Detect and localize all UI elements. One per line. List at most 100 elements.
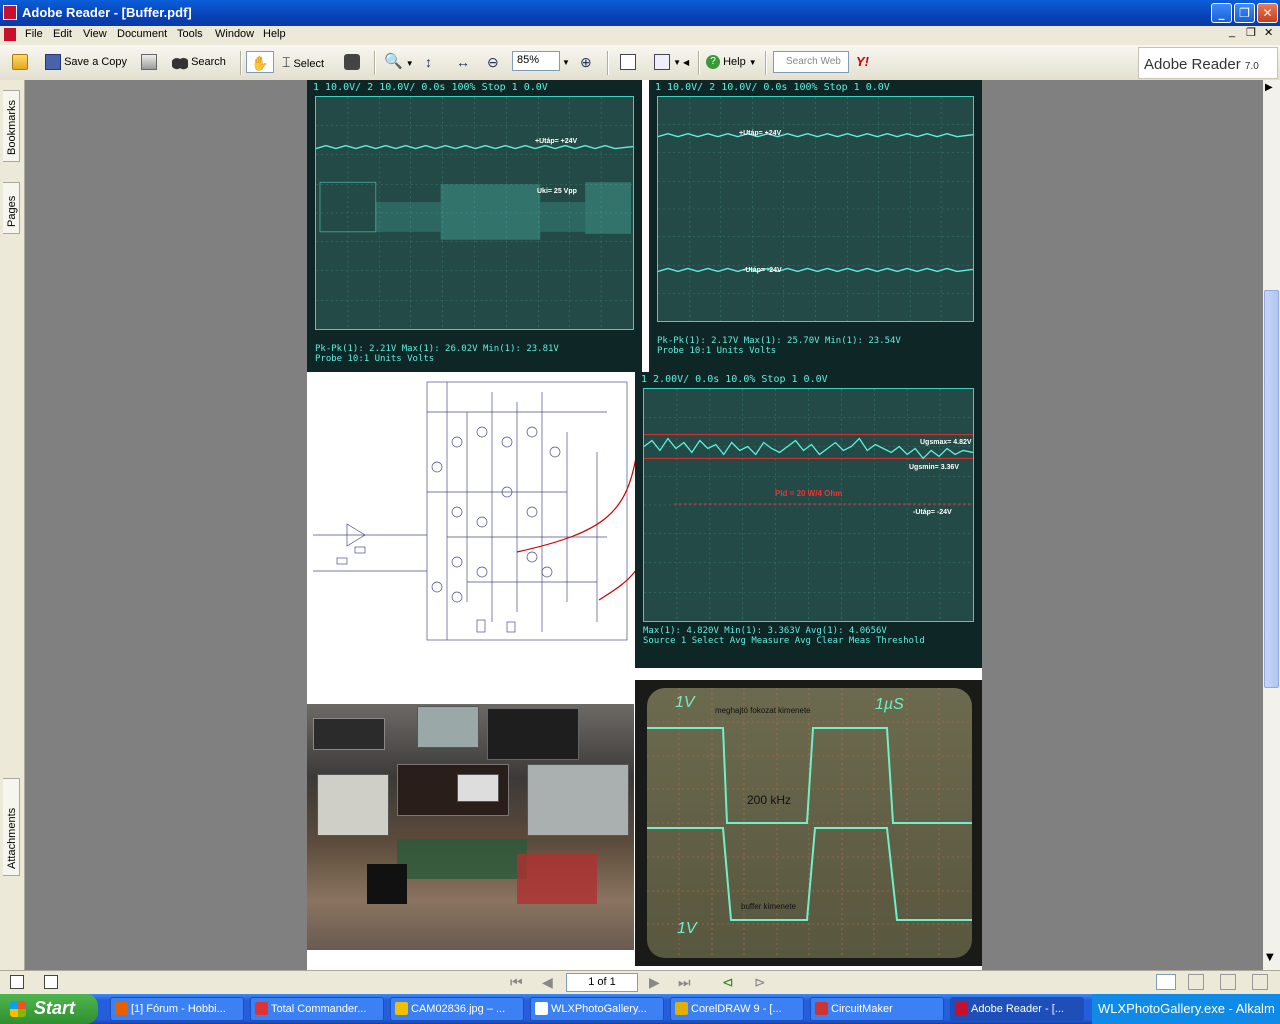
tab-attachments[interactable]: Attachments [3, 778, 20, 876]
yahoo-logo-icon: Y! [856, 54, 869, 69]
menu-help[interactable]: Help [263, 28, 286, 40]
text-cursor-icon: ⌶ [282, 54, 291, 70]
status-bar: ⏮ ◀ 1 of 1 ▶ ⏭ ⊲ ⊳ [0, 970, 1280, 995]
last-page-icon[interactable]: ⏭ [678, 975, 691, 991]
snapshot-tool-button[interactable] [344, 51, 360, 73]
scroll-up-arrow-icon[interactable]: ▶ [1265, 82, 1273, 93]
scope2-footer: Pk-Pk(1): 2.17V Max(1): 25.70V Min(1): 2… [657, 336, 974, 362]
go-forward-icon[interactable]: ⊳ [754, 975, 766, 991]
app-icon [255, 1002, 268, 1015]
scope3-header: 1 2.00V/ 0.0s 10.0% Stop 1 0.0V [641, 374, 828, 385]
menu-edit[interactable]: Edit [53, 28, 72, 40]
hand-tool-button[interactable]: ✋ [246, 51, 274, 73]
adobe-reader-app-icon[interactable] [3, 5, 17, 20]
fit-width-button[interactable]: ↔ [456, 51, 470, 73]
taskbar-button-label: WLXPhotoGallery... [551, 1003, 647, 1015]
camera-icon [344, 54, 360, 71]
menu-document[interactable]: Document [117, 28, 167, 40]
single-page-view-icon[interactable] [1156, 974, 1176, 990]
scrollbar-thumb[interactable] [1264, 290, 1279, 688]
help-label: Help [723, 56, 746, 68]
folder-open-icon [12, 54, 28, 71]
taskbar-button[interactable]: CircuitMaker [810, 997, 944, 1021]
taskbar-tray-item[interactable]: WLXPhotoGallery.exe - Alkalm [1092, 994, 1280, 1024]
scroll-down-arrow-icon[interactable]: ▼ [1266, 952, 1274, 963]
zoom-dropdown-button[interactable]: ▼ [562, 51, 570, 73]
minus-circle-icon: ⊖ [487, 54, 499, 70]
tab-bookmarks[interactable]: Bookmarks [3, 90, 20, 162]
close-button[interactable]: ✕ [1257, 3, 1278, 23]
taskbar-button[interactable]: [1] Fórum - Hobbi... [110, 997, 244, 1021]
minimize-button[interactable]: _ [1211, 3, 1232, 23]
scope2-measurements: Pk-Pk(1): 2.17V Max(1): 25.70V Min(1): 2… [657, 336, 901, 346]
save-copy-button[interactable]: Save a Copy [45, 51, 127, 73]
toolbar-overflow-button[interactable]: ◀ [683, 51, 689, 73]
previous-page-icon[interactable]: ◀ [542, 975, 553, 991]
hand-icon: ✋ [251, 55, 269, 71]
next-page-icon[interactable]: ▶ [649, 975, 660, 991]
taskbar-button-label: CorelDRAW 9 - [... [691, 1003, 782, 1015]
select-tool-button[interactable]: ⌶ Select [282, 51, 324, 73]
doc-minimize-button[interactable]: _ [1229, 26, 1235, 38]
open-button[interactable] [12, 51, 28, 73]
search-button[interactable]: Search [172, 51, 226, 73]
doc-close-button[interactable]: ✕ [1264, 26, 1273, 39]
scope2-screen [657, 96, 974, 322]
tab-bookmarks-label: Bookmarks [6, 99, 18, 155]
taskbar-button[interactable]: Total Commander... [250, 997, 384, 1021]
zoom-in-tool-button[interactable]: 🔍 ▼ [384, 51, 414, 73]
taskbar-button[interactable]: CAM02836.jpg – ... [390, 997, 524, 1021]
workbench-photo [307, 704, 634, 950]
zoom-out-button[interactable]: ⊖ [487, 51, 499, 73]
toolbar-separator [607, 51, 609, 75]
help-button[interactable]: ? Help ▼ [706, 51, 757, 73]
menu-window[interactable]: Window [215, 28, 254, 40]
search-label: Search [191, 56, 226, 68]
scope4-label-buffer: buffer kimenete [741, 902, 796, 911]
doc-restore-button[interactable]: ❐ [1246, 26, 1256, 39]
magnifier-icon: 🔍 [384, 53, 403, 70]
rotate-view-button[interactable]: ▼ [654, 51, 681, 73]
first-page-icon[interactable]: ⏮ [510, 975, 523, 991]
taskbar-button-label: CAM02836.jpg – ... [411, 1003, 506, 1015]
zoom-in-button[interactable]: ⊕ [580, 51, 592, 73]
window-title: Adobe Reader - [Buffer.pdf] [22, 5, 192, 20]
circuit-schematic-image [307, 372, 658, 704]
menu-file[interactable]: File [25, 28, 43, 40]
page-size-icon[interactable] [10, 975, 24, 989]
taskbar-button[interactable]: WLXPhotoGallery... [530, 997, 664, 1021]
taskbar-button-label: Total Commander... [271, 1003, 367, 1015]
document-icon[interactable] [4, 28, 16, 41]
continuous-view-icon[interactable] [1188, 974, 1204, 990]
document-properties-icon[interactable] [44, 975, 58, 989]
fit-height-button[interactable]: ↕ [425, 51, 432, 73]
scope4-label-frequency: 200 kHz [747, 793, 792, 807]
go-back-icon[interactable]: ⊲ [722, 975, 734, 991]
print-button[interactable] [141, 51, 157, 73]
menu-view[interactable]: View [83, 28, 107, 40]
facing-view-icon[interactable] [1220, 974, 1236, 990]
taskbar-button[interactable]: CorelDRAW 9 - [... [670, 997, 804, 1021]
chevron-left-icon: ◀ [683, 58, 690, 67]
menu-tools[interactable]: Tools [177, 28, 203, 40]
adobe-reader-logo: Adobe Reader 7.0 [1138, 47, 1278, 79]
vertical-scrollbar[interactable]: ▶ ▼ [1263, 80, 1280, 970]
save-copy-label: Save a Copy [64, 56, 128, 68]
search-web-input[interactable]: Search Web [773, 51, 849, 73]
start-button[interactable]: Start [0, 994, 98, 1024]
single-page-button[interactable] [620, 51, 636, 73]
zoom-level-input[interactable]: 85% [512, 51, 560, 71]
scope4-screen [647, 688, 972, 958]
maximize-button[interactable]: ❐ [1234, 3, 1255, 23]
document-view[interactable]: 1 10.0V/ 2 10.0V/ 0.0s 100% Stop 1 0.0V [25, 80, 1263, 970]
page-number-field[interactable]: 1 of 1 [566, 973, 638, 992]
tab-pages[interactable]: Pages [3, 182, 20, 234]
scope2-label-negative: -Utáp= -24V [743, 267, 782, 274]
rotate-pages-icon [654, 54, 670, 71]
chevron-down-icon: ▼ [748, 58, 757, 67]
taskbar-button[interactable]: Adobe Reader - [... [950, 997, 1084, 1021]
toolbar-separator [240, 51, 242, 75]
continuous-facing-view-icon[interactable] [1252, 974, 1268, 990]
yahoo-search-button[interactable]: Y! [856, 51, 869, 73]
scope4-channel-bottom: 1V [677, 920, 697, 937]
